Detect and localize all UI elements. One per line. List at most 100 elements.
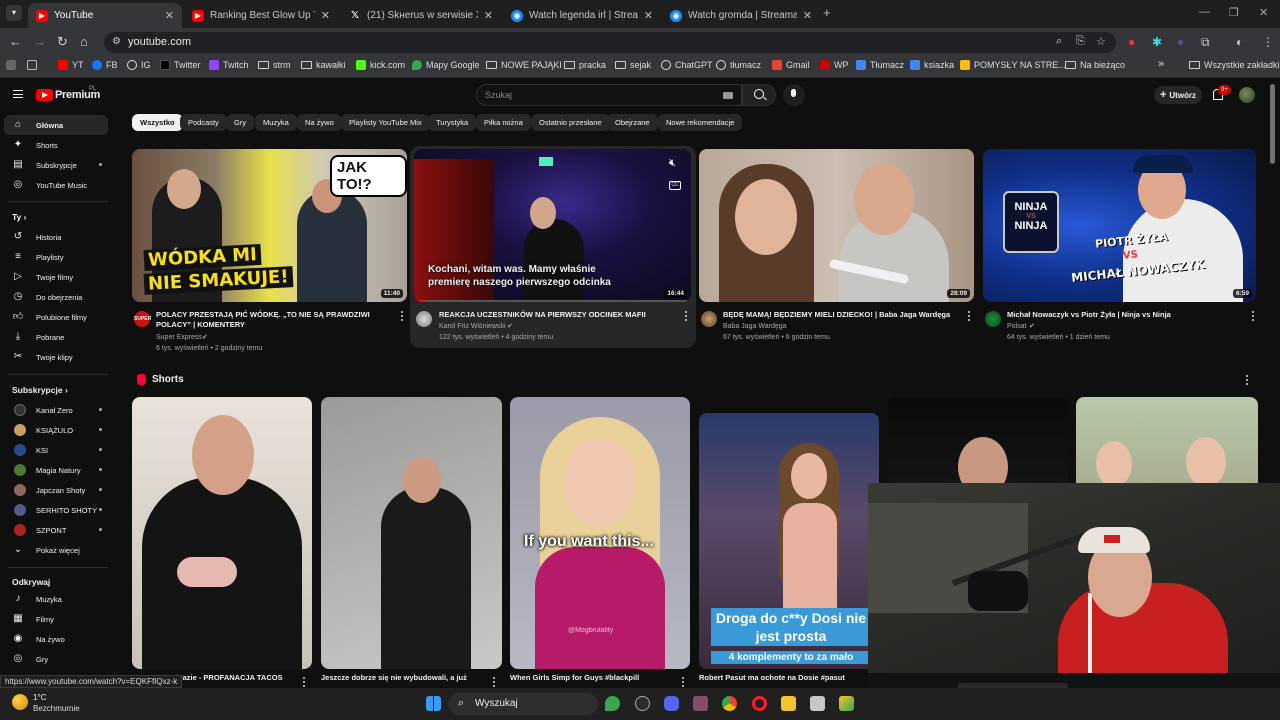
sidebar-sub-ksi[interactable]: KSI <box>4 440 108 460</box>
video-thumbnail[interactable]: 🔇︎ CC Kochani, witam was. Mamy właśnie p… <box>414 149 691 302</box>
bookmark-gmail[interactable]: Gmail <box>772 60 810 70</box>
channel-avatar[interactable] <box>985 311 1001 327</box>
bookmark-tlumacz[interactable]: tłumacz <box>716 60 761 70</box>
more-options-icon[interactable] <box>685 311 688 323</box>
weather-temp[interactable]: 1°C <box>33 693 46 702</box>
more-options-icon[interactable] <box>1252 311 1255 323</box>
tab-x[interactable]: 𝕏 (21) Skнerus w serwisie X: „ - V ✕ <box>341 3 501 28</box>
sidebar-sub-japczan[interactable]: Japczan Shoty <box>4 480 108 500</box>
new-tab-button[interactable]: + <box>823 5 831 20</box>
video-thumbnail[interactable]: JAK TO!? WÓDKA MI NIE SMAKUJE! 11:40 <box>132 149 407 302</box>
sidebar-show-more[interactable]: ⌄ Pokaż więcej <box>4 540 108 560</box>
weather-icon[interactable] <box>12 694 28 710</box>
shorts-more-options-icon[interactable] <box>1246 375 1249 387</box>
chip-new-recommendations[interactable]: Nowe rekomendacje <box>658 114 743 131</box>
bookmark-chatgpt[interactable]: ChatGPT <box>661 60 713 70</box>
bookmark-kick[interactable]: kick.com <box>356 60 405 70</box>
sidebar-item-films[interactable]: ▦ Filmy <box>4 609 108 629</box>
bookmark-pomysly[interactable]: POMYSŁY NA STRE... <box>960 60 1066 70</box>
app-extra-icon[interactable] <box>839 696 854 711</box>
forward-icon[interactable]: → <box>33 34 46 49</box>
chip-tourism[interactable]: Turystyka <box>428 114 477 131</box>
windows-start-icon[interactable] <box>426 696 441 711</box>
channel-name[interactable]: Baba Jaga Wardęga <box>723 321 787 332</box>
short-title[interactable]: When Girls Simp for Guys #blackpill <box>510 673 680 682</box>
short-title[interactable]: Fazie - PROFANACJA TACOS <box>178 673 298 682</box>
install-app-icon[interactable]: ⎘ <box>1076 35 1085 48</box>
app-discord-icon[interactable] <box>664 696 679 711</box>
create-button[interactable]: + Utwórz <box>1154 86 1202 104</box>
channel-avatar[interactable]: SUPER <box>134 311 151 327</box>
tab-streamable-gromda[interactable]: ◉ Watch gromda | Streamable ✕ <box>662 3 820 28</box>
app-map-icon[interactable] <box>605 696 620 711</box>
home-icon[interactable]: ⌂ <box>80 34 88 49</box>
extension-translate-icon[interactable]: ✱ <box>1152 35 1162 49</box>
tab-youtube[interactable]: ▶ YouTube ✕ <box>28 3 182 28</box>
sidebar-item-watch-later[interactable]: ◷ Do obejrzenia <box>4 287 108 307</box>
app-opera-icon[interactable] <box>752 696 767 711</box>
taskbar-search[interactable]: ⌕ Wyszukaj <box>448 693 598 715</box>
bookmark-twitter[interactable]: Twitter <box>160 60 201 70</box>
channel-name[interactable]: Karol Friz Wiśniewski <box>439 321 506 332</box>
sidebar-item-your-videos[interactable]: ▷ Twoje filmy <box>4 267 108 287</box>
channel-avatar[interactable] <box>701 311 717 327</box>
bookmark-star-icon[interactable]: ☆ <box>1096 35 1106 48</box>
close-icon[interactable]: ✕ <box>484 9 493 22</box>
youtube-logo-icon[interactable] <box>36 89 53 101</box>
sidebar-item-clips[interactable]: ✂ Twoje klipy <box>4 347 108 367</box>
chip-recently-uploaded[interactable]: Ostatnio przesłane <box>531 114 610 131</box>
close-icon[interactable]: ✕ <box>644 9 653 22</box>
captions-icon[interactable]: CC <box>669 181 681 190</box>
bookmark-twitch[interactable]: Twitch <box>209 60 249 70</box>
bookmark-yt[interactable]: YT <box>58 60 84 70</box>
video-title[interactable]: Michał Nowaczyk vs Piotr Żyła | Ninja vs… <box>1007 310 1242 320</box>
bookmark-fb[interactable]: FB <box>92 60 118 70</box>
sidebar-sub-magia-natury[interactable]: Magia Natury <box>4 460 108 480</box>
short-title[interactable]: Jeszcze dobrze się nie wybudowali, a już <box>321 673 491 682</box>
sidebar-sub-kanal-zero[interactable]: Kanał Zero <box>4 400 108 420</box>
tab-ranking[interactable]: ▶ Ranking Best Glow Up Transitio ✕ <box>184 3 338 28</box>
reload-icon[interactable]: ↻ <box>57 34 68 50</box>
channel-name[interactable]: Super Express <box>156 332 202 343</box>
video-title[interactable]: BĘDĘ MAMĄ! BĘDZIEMY MIELI DZIECKO! | Bab… <box>723 310 958 320</box>
video-title[interactable]: REAKCJA UCZESTNIKÓW NA PIERWSZY ODCINEK … <box>439 310 674 320</box>
menu-dots-icon[interactable]: ⋮ <box>1262 35 1274 49</box>
app-explorer-icon[interactable] <box>781 696 796 711</box>
search-button[interactable] <box>742 84 776 106</box>
chip-music[interactable]: Muzyka <box>255 114 297 131</box>
short-title[interactable]: Robert Pasut ma ochote na Dosie #pasut <box>699 673 869 682</box>
short-thumbnail[interactable]: If you want this... @Mogbrutality <box>510 397 690 669</box>
bookmark-ig[interactable]: IG <box>127 60 151 70</box>
menu-icon[interactable] <box>13 90 23 98</box>
more-options-icon[interactable] <box>968 311 971 323</box>
close-window-icon[interactable]: ✕ <box>1259 6 1268 19</box>
close-icon[interactable]: ✕ <box>321 9 330 22</box>
zoom-icon[interactable]: ⌕ <box>1056 35 1062 48</box>
sidebar-item-home[interactable]: ⌂ Główna <box>4 115 108 135</box>
sidebar-sub-ksiazulo[interactable]: KSIĄŻULO <box>4 420 108 440</box>
app-chrome-icon[interactable] <box>722 696 737 711</box>
chip-live[interactable]: Na żywo <box>297 114 342 131</box>
sidebar-item-history[interactable]: ↺ Historia <box>4 227 108 247</box>
site-info-icon[interactable]: ⚙ <box>112 36 121 47</box>
avatar[interactable] <box>1239 87 1255 103</box>
tab-streamable-legenda[interactable]: ◉ Watch legenda irl | Streamable ✕ <box>503 3 661 28</box>
you-section-header[interactable]: Ty › <box>12 212 27 222</box>
sidebar-sub-szpont[interactable]: SZPONT <box>4 520 108 540</box>
chip-games[interactable]: Gry <box>226 114 255 131</box>
back-icon[interactable]: ← <box>9 34 22 49</box>
bookmark-tlumacz2[interactable]: Tłumacz <box>856 60 904 70</box>
grid-icon[interactable] <box>27 60 41 70</box>
bookmark-maps[interactable]: Mapy Google <box>412 60 480 70</box>
short-thumbnail[interactable]: Droga do c**y Dosi nie jest prosta 4 kom… <box>699 413 879 669</box>
minimize-icon[interactable]: — <box>1199 6 1210 18</box>
subscriptions-section-header[interactable]: Subskrypcje › <box>12 385 68 395</box>
chip-all[interactable]: Wszystko <box>132 114 183 131</box>
extensions-puzzle-icon[interactable]: ⧉ <box>1201 35 1210 50</box>
sidebar-item-subscriptions[interactable]: ▤ Subskrypcje <box>4 155 108 175</box>
chip-watched[interactable]: Obejrzane <box>607 114 658 131</box>
bookmark-folder-strm[interactable]: strm <box>258 60 291 70</box>
video-thumbnail[interactable]: 28:09 <box>699 149 974 302</box>
bookmarks-overflow-button[interactable]: » <box>1158 58 1164 70</box>
bookmark-folder-pajaki[interactable]: NOWE PAJĄKI <box>486 60 562 70</box>
